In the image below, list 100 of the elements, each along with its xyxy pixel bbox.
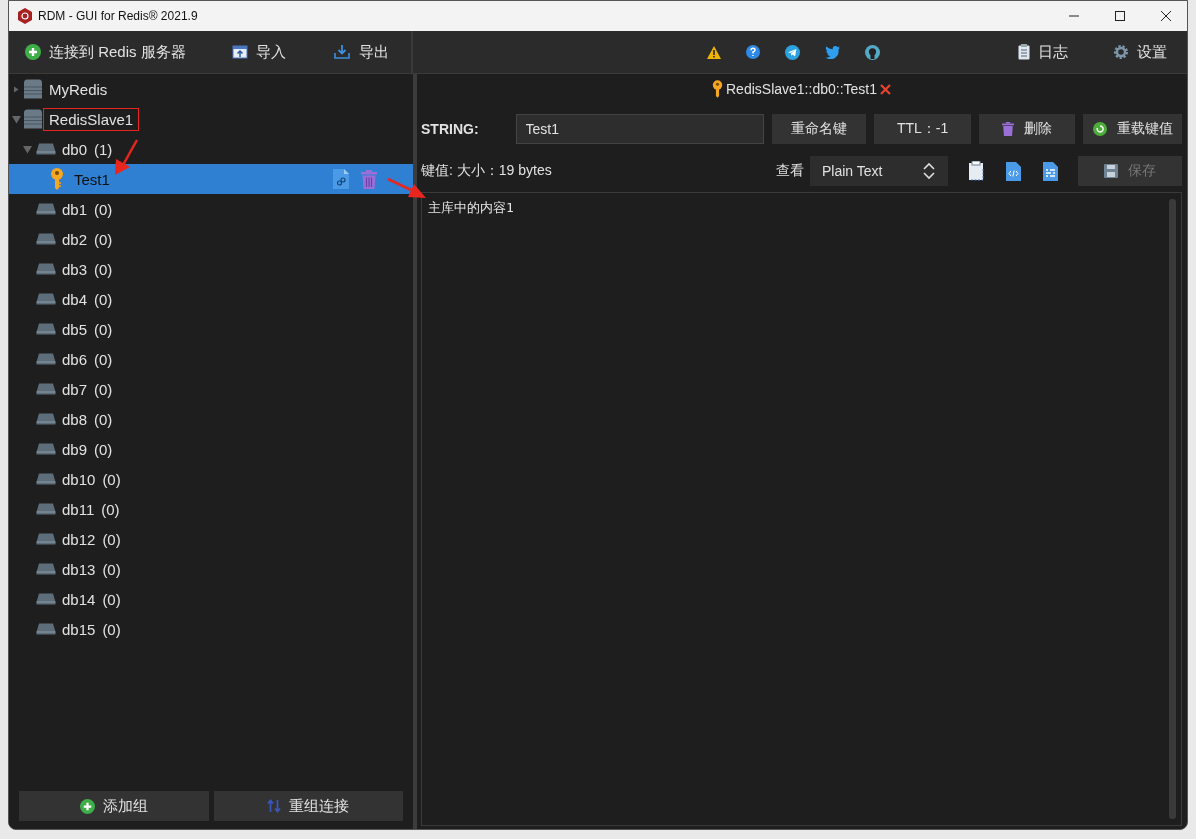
- reload-icon: [1092, 122, 1107, 136]
- log-button[interactable]: 日志: [1018, 42, 1068, 62]
- key-count: (0): [102, 560, 121, 578]
- ttl-button[interactable]: TTL：-1: [874, 114, 971, 144]
- database-name[interactable]: db9: [62, 440, 88, 458]
- database-name[interactable]: db2: [62, 230, 88, 248]
- expanded-caret-icon[interactable]: [23, 144, 32, 154]
- database-icon: [36, 293, 56, 305]
- key-count: (0): [102, 470, 121, 488]
- database-icon: [36, 323, 56, 335]
- key-icon: [50, 168, 64, 190]
- scrollbar[interactable]: [1169, 199, 1176, 819]
- delete-button[interactable]: 删除: [978, 114, 1076, 144]
- key-count: (1): [94, 140, 113, 158]
- database-icon: [36, 623, 56, 635]
- database-icon: [36, 143, 56, 155]
- maximize-icon[interactable]: [1114, 10, 1126, 22]
- download-icon: [333, 44, 351, 60]
- database-icon: [36, 233, 56, 245]
- tab-title[interactable]: RedisSlave1::db0::Test1: [726, 81, 877, 97]
- telegram-icon[interactable]: [784, 44, 800, 60]
- database-icon: [36, 353, 56, 365]
- expanded-caret-icon[interactable]: [12, 114, 21, 124]
- connection-name[interactable]: MyRedis: [43, 77, 114, 101]
- database-name[interactable]: db3: [62, 260, 88, 278]
- key-count: (0): [102, 530, 121, 548]
- reload-button[interactable]: 重载键值: [1083, 114, 1182, 144]
- key-count: (0): [94, 260, 113, 278]
- app-logo-icon: [18, 8, 32, 24]
- settings-button[interactable]: 设置: [1113, 42, 1167, 62]
- import-icon: [232, 45, 249, 59]
- database-icon: [36, 473, 56, 485]
- key-item[interactable]: Test1: [9, 164, 413, 194]
- database-name[interactable]: db0: [62, 140, 88, 158]
- key-count: (0): [94, 380, 113, 398]
- up-down-chevron-icon: [923, 162, 935, 180]
- database-name[interactable]: db4: [62, 290, 88, 308]
- value-editor[interactable]: 主库中的内容1: [421, 192, 1182, 826]
- key-count: (0): [94, 290, 113, 308]
- database-name[interactable]: db6: [62, 350, 88, 368]
- database-icon: [36, 503, 56, 515]
- export-button[interactable]: 导出: [333, 42, 389, 62]
- database-name[interactable]: db14: [62, 590, 96, 608]
- import-button[interactable]: 导入: [232, 42, 287, 62]
- key-count: (0): [102, 590, 121, 608]
- database-icon: [36, 443, 56, 455]
- value-size-text: 键值: 大小：19 bytes: [421, 162, 553, 180]
- database-icon: [36, 593, 56, 605]
- rename-button[interactable]: 重命名键: [771, 114, 867, 144]
- server-icon: [23, 79, 43, 99]
- database-icon: [36, 203, 56, 215]
- key-count: (0): [94, 230, 113, 248]
- key-count: (0): [94, 410, 113, 428]
- binary-file-icon[interactable]: [1043, 161, 1058, 181]
- clipboard-icon[interactable]: [968, 161, 984, 181]
- code-file-icon[interactable]: [1006, 161, 1021, 181]
- regroup-button[interactable]: 重组连接: [213, 791, 403, 821]
- connect-button[interactable]: 连接到 Redis 服务器: [25, 42, 186, 62]
- bird-icon[interactable]: [824, 45, 840, 59]
- copy-link-icon[interactable]: [333, 169, 349, 189]
- key-count: (0): [94, 350, 113, 368]
- database-icon: [36, 413, 56, 425]
- key-icon: [712, 80, 723, 98]
- collapsed-caret-icon[interactable]: [12, 84, 21, 94]
- connection-name[interactable]: RedisSlave1: [43, 107, 140, 131]
- clipboard-icon: [1018, 44, 1030, 60]
- plus-icon: [79, 798, 95, 814]
- database-icon: [36, 563, 56, 575]
- database-icon: [36, 263, 56, 275]
- database-name[interactable]: db5: [62, 320, 88, 338]
- key-count: (0): [94, 320, 113, 338]
- key-count: (0): [101, 500, 120, 518]
- database-name[interactable]: db1: [62, 200, 88, 218]
- value-text: 主库中的内容1: [428, 200, 514, 215]
- up-down-arrows-icon: [267, 799, 282, 813]
- database-name[interactable]: db7: [62, 380, 88, 398]
- key-count: (0): [102, 620, 121, 638]
- database-name[interactable]: db11: [62, 500, 95, 518]
- close-icon[interactable]: [1160, 10, 1172, 22]
- key-name-field[interactable]: Test1: [515, 114, 764, 144]
- warning-icon[interactable]: [706, 45, 721, 59]
- settings-icon: [1113, 44, 1129, 60]
- database-name[interactable]: db15: [62, 620, 96, 638]
- database-name[interactable]: db10: [62, 470, 96, 488]
- help-icon[interactable]: [745, 45, 760, 59]
- annotation-arrow: [387, 177, 427, 201]
- view-label: 查看: [776, 162, 804, 180]
- database-name[interactable]: db8: [62, 410, 88, 428]
- key-count: (0): [94, 200, 113, 218]
- database-name[interactable]: db12: [62, 530, 96, 548]
- database-name[interactable]: db13: [62, 560, 96, 578]
- key-type-label: STRING:: [421, 121, 480, 137]
- window-title: RDM - GUI for Redis® 2021.9: [38, 9, 198, 23]
- database-icon: [36, 533, 56, 545]
- add-group-button[interactable]: 添加组: [19, 791, 209, 821]
- key-count: (0): [94, 440, 113, 458]
- annotation-arrow: [113, 139, 139, 177]
- trash-icon: [1002, 122, 1015, 136]
- formatter-dropdown[interactable]: Plain Text: [810, 156, 948, 186]
- server-icon: [23, 109, 43, 129]
